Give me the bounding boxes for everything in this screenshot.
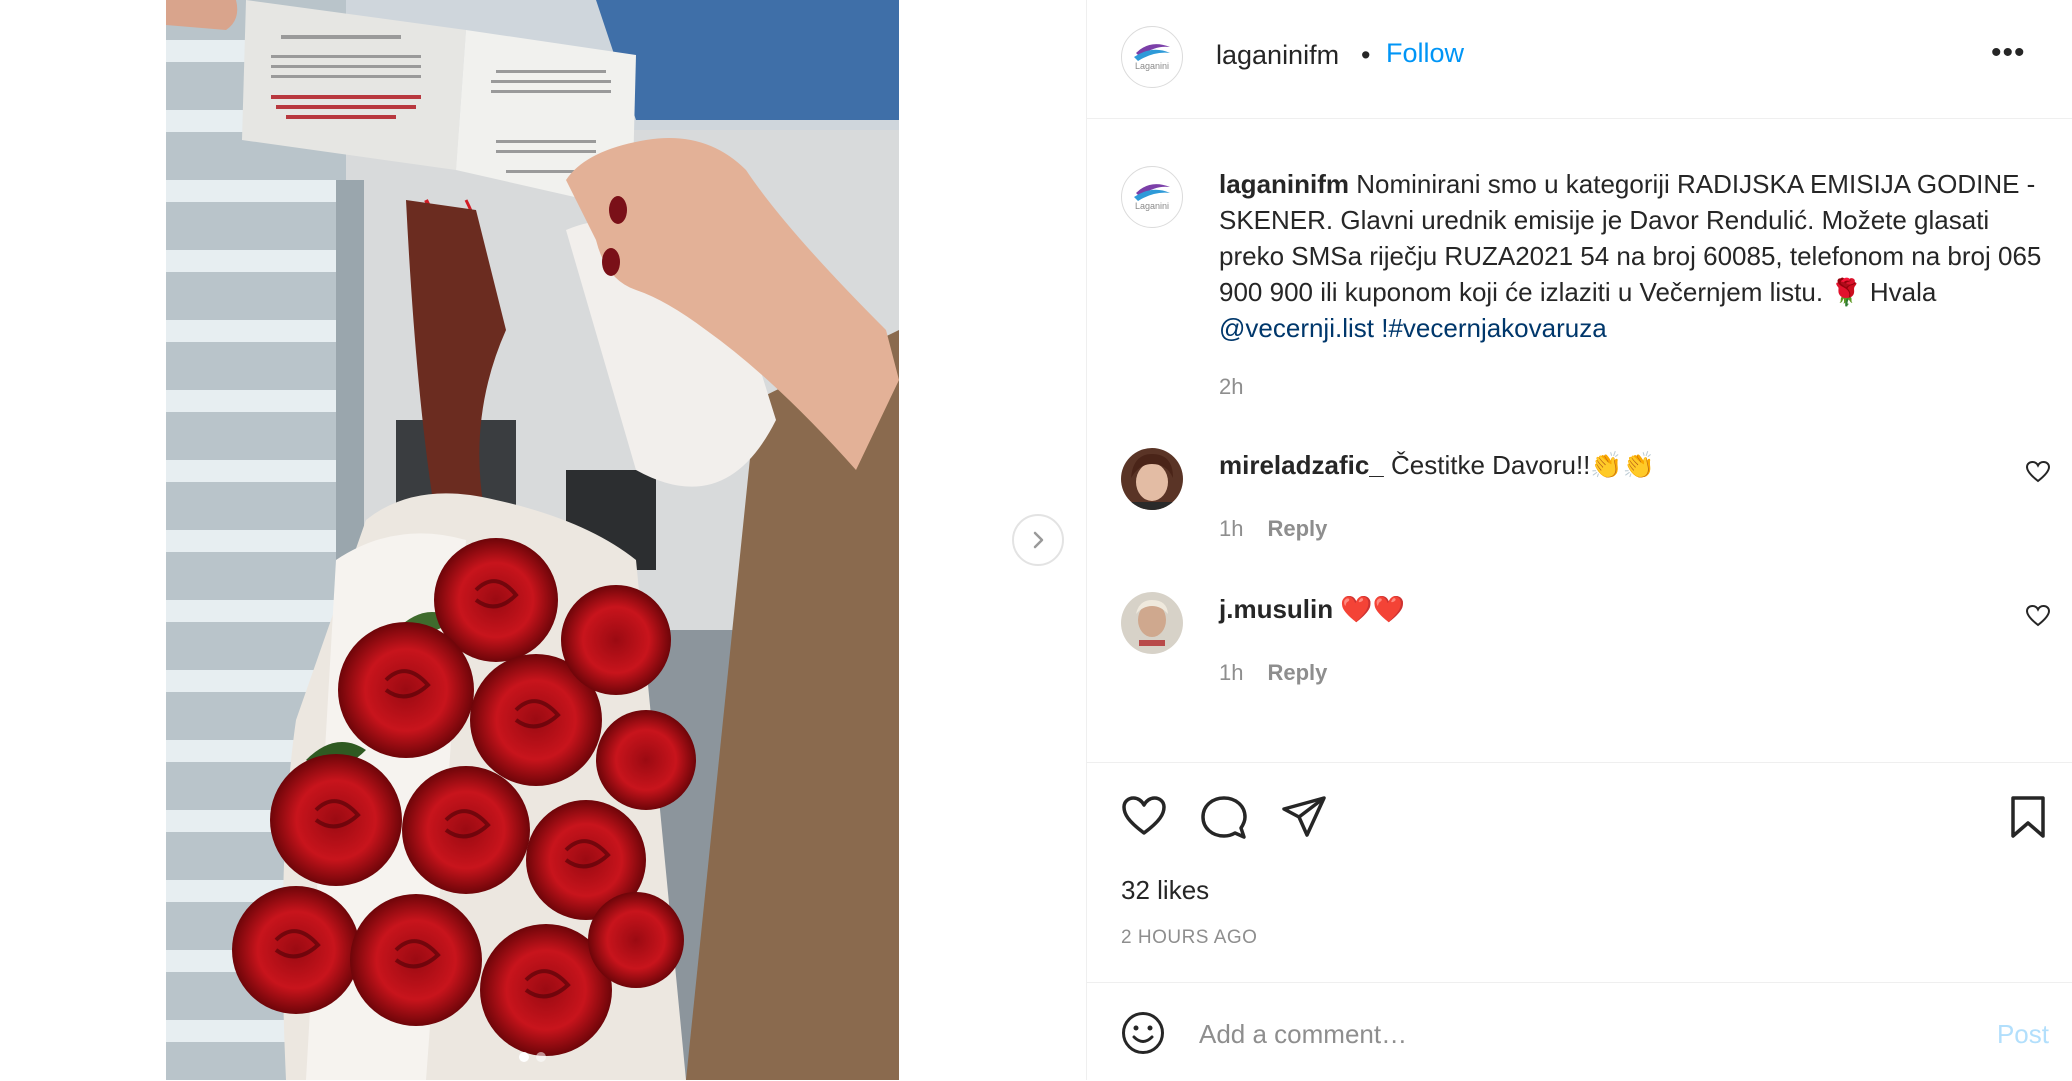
- comment-username[interactable]: mireladzafic_: [1219, 450, 1384, 480]
- post-sidebar: Laganini laganinifm • Follow ••• Laganin…: [1086, 0, 2072, 1080]
- mention-link[interactable]: @vecernji.list: [1219, 313, 1374, 343]
- post-timestamp[interactable]: 2 HOURS AGO: [1121, 927, 1257, 949]
- post-image[interactable]: [166, 0, 899, 1080]
- comment-username[interactable]: j.musulin: [1219, 594, 1333, 624]
- comment-input[interactable]: Add a comment…: [1199, 1019, 1407, 1050]
- carousel-dot: [536, 1052, 546, 1062]
- svg-text:Laganini: Laganini: [1135, 61, 1169, 71]
- follow-button[interactable]: Follow: [1386, 38, 1464, 69]
- avatar[interactable]: Laganini: [1121, 26, 1183, 88]
- post-caption: laganinifm Nominirani smo u kategoriji R…: [1219, 166, 2049, 346]
- laganini-logo-icon: Laganini: [1134, 44, 1170, 71]
- next-slide-button[interactable]: [1012, 514, 1064, 566]
- caption-time[interactable]: 2h: [1219, 374, 1243, 400]
- paper-plane-icon[interactable]: [1281, 795, 1327, 839]
- reply-button[interactable]: Reply: [1267, 516, 1327, 541]
- user-photo-icon: [1121, 592, 1183, 654]
- comment-text: Čestitke Davoru!!👏👏: [1390, 450, 1656, 480]
- more-options-icon[interactable]: •••: [1991, 36, 2026, 70]
- caption-username[interactable]: laganinifm: [1219, 169, 1349, 199]
- hashtag-link[interactable]: !#vecernjakovaruza: [1381, 313, 1606, 343]
- svg-text:Laganini: Laganini: [1135, 201, 1169, 211]
- avatar[interactable]: [1121, 592, 1183, 654]
- comment-time[interactable]: 1h: [1219, 660, 1243, 685]
- roses-photo: [166, 0, 899, 1080]
- laganini-logo-icon: Laganini: [1134, 184, 1170, 211]
- reply-button[interactable]: Reply: [1267, 660, 1327, 685]
- heart-icon[interactable]: [2025, 604, 2051, 628]
- heart-icon[interactable]: [1121, 795, 1167, 837]
- add-comment-bar: Add a comment… Post: [1087, 982, 2072, 1081]
- post-comment-button[interactable]: Post: [1997, 1019, 2049, 1050]
- comment-time[interactable]: 1h: [1219, 516, 1243, 541]
- account-username[interactable]: laganinifm: [1216, 40, 1339, 71]
- post-header: Laganini laganinifm • Follow •••: [1087, 0, 2072, 119]
- separator-dot: •: [1361, 40, 1371, 70]
- avatar[interactable]: [1121, 448, 1183, 510]
- caption-avatar[interactable]: Laganini: [1121, 166, 1183, 228]
- smiley-icon[interactable]: [1121, 1011, 1165, 1055]
- likes-count[interactable]: 32 likes: [1121, 875, 1209, 906]
- user-photo-icon: [1121, 448, 1183, 510]
- carousel-dots: [166, 1052, 899, 1062]
- chevron-right-icon: [1033, 531, 1044, 549]
- post-actions: 32 likes 2 HOURS AGO: [1087, 762, 2072, 983]
- comment-icon[interactable]: [1201, 795, 1247, 841]
- comment-text: ❤️❤️: [1340, 594, 1406, 624]
- heart-icon[interactable]: [2025, 460, 2051, 484]
- carousel-dot-active: [519, 1052, 529, 1062]
- bookmark-icon[interactable]: [2009, 795, 2047, 839]
